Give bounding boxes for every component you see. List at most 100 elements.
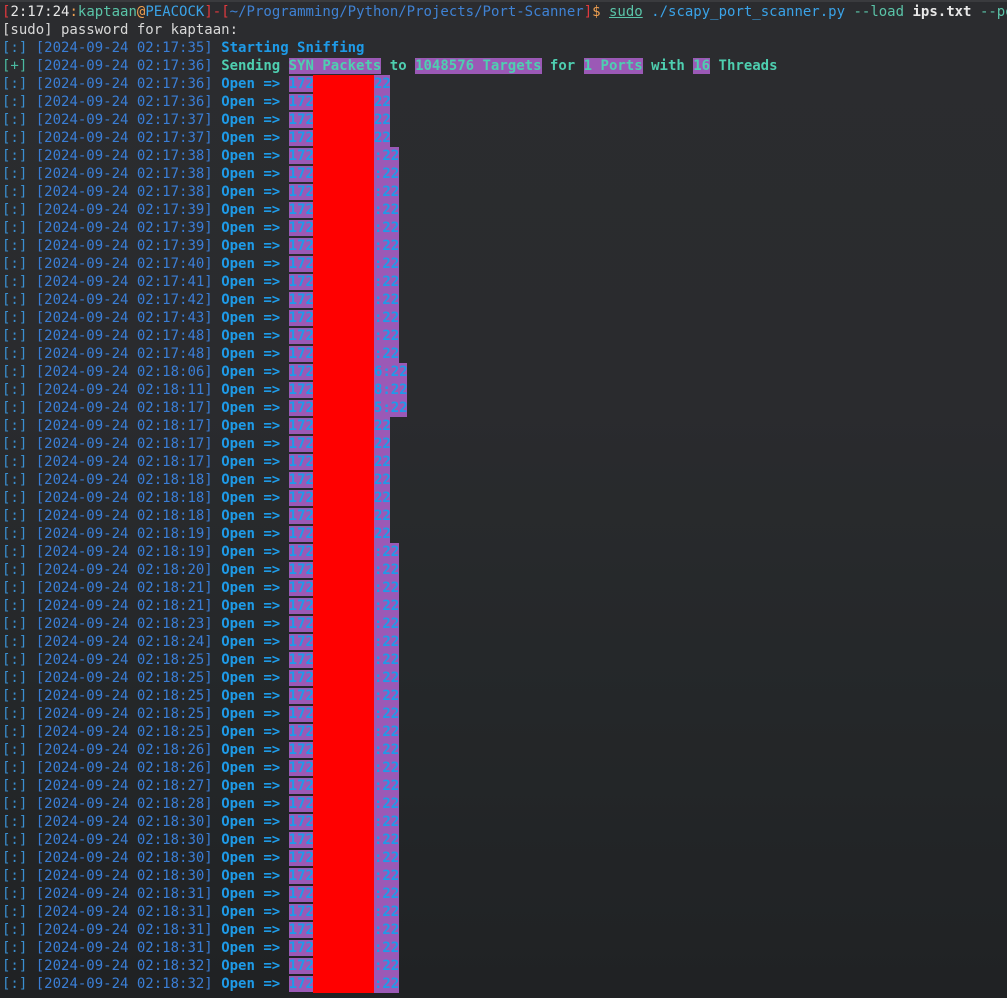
result-row: [:] [2024-09-24 02:17:39] Open => 172:22 (2, 237, 1007, 255)
redacted-ip-block (312, 543, 374, 561)
ip-port-suffix: :22 (373, 813, 400, 831)
open-label: Open => (221, 886, 281, 902)
log-timestamp: [2024-09-24 02:17:39] (35, 220, 213, 236)
log-indicator: [:] (2, 490, 28, 506)
msg-to: to (381, 58, 416, 74)
prompt-time: 2:17:24 (10, 4, 70, 20)
msg-with: with (642, 58, 694, 74)
ip-prefix: 172 (288, 814, 314, 830)
open-label: Open => (221, 436, 281, 452)
redacted-ip-block (312, 957, 374, 975)
log-indicator: [:] (2, 328, 28, 344)
log-indicator: [:] (2, 598, 28, 614)
log-indicator: [:] (2, 634, 28, 650)
log-timestamp: [2024-09-24 02:18:31] (35, 940, 213, 956)
ip-prefix: 172 (288, 868, 314, 884)
ip-port-suffix: :22 (373, 327, 400, 345)
result-row: [:] [2024-09-24 02:18:11] Open => 172 8:2… (2, 381, 1007, 399)
redacted-ip-block (312, 903, 374, 921)
terminal-output[interactable]: [2:17:24:kaptaan@PEACOCK]-[~/Programming… (2, 3, 1007, 993)
redacted-ip-block (312, 867, 374, 885)
ip-port-suffix: :22 (373, 939, 400, 957)
ip-port-suffix: 22 (373, 471, 391, 489)
result-row: [:] [2024-09-24 02:18:17] Open => 172 22 (2, 453, 1007, 471)
open-label: Open => (221, 760, 281, 776)
log-indicator: [:] (2, 184, 28, 200)
ip-prefix: 172 (288, 76, 314, 92)
sudo-password-prompt: [sudo] password for kaptaan: (2, 22, 239, 38)
open-label: Open => (221, 184, 281, 200)
open-label: Open => (221, 76, 281, 92)
result-row: [:] [2024-09-24 02:18:30] Open => 172:22 (2, 867, 1007, 885)
open-label: Open => (221, 418, 281, 434)
log-timestamp: [2024-09-24 02:18:25] (35, 670, 213, 686)
ip-port-suffix: :22 (373, 561, 400, 579)
log-timestamp: [2024-09-24 02:18:20] (35, 562, 213, 578)
ip-port-suffix: 22 (373, 489, 391, 507)
log-timestamp: [2024-09-24 02:18:31] (35, 886, 213, 902)
result-row: [:] [2024-09-24 02:17:48] Open => 172:22 (2, 327, 1007, 345)
redacted-ip-block (312, 831, 374, 849)
log-timestamp: [2024-09-24 02:18:17] (35, 436, 213, 452)
redacted-ip-block (312, 417, 374, 435)
log-indicator: [:] (2, 202, 28, 218)
redacted-ip-block (312, 219, 374, 237)
result-row: [:] [2024-09-24 02:18:26] Open => 172:22 (2, 741, 1007, 759)
result-row: [:] [2024-09-24 02:18:31] Open => 172:22 (2, 921, 1007, 939)
log-indicator: [:] (2, 238, 28, 254)
redacted-ip-block (312, 759, 374, 777)
ip-prefix: 172 (288, 508, 314, 524)
log-indicator: [:] (2, 166, 28, 182)
log-timestamp: [2024-09-24 02:18:28] (35, 796, 213, 812)
ip-prefix: 172 (288, 526, 314, 542)
ip-port-suffix: :22 (373, 867, 400, 885)
log-indicator: [:] (2, 274, 28, 290)
result-row: [:] [2024-09-24 02:17:37] Open => 172 22 (2, 129, 1007, 147)
result-row: [:] [2024-09-24 02:17:38] Open => 172:22 (2, 183, 1007, 201)
open-label: Open => (221, 670, 281, 686)
command-flag-port: --port (979, 4, 1007, 20)
result-row: [:] [2024-09-24 02:18:28] Open => 172:22 (2, 795, 1007, 813)
redacted-ip-block (312, 795, 374, 813)
log-indicator: [:] (2, 130, 28, 146)
open-label: Open => (221, 778, 281, 794)
redacted-ip-block (312, 777, 374, 795)
log-indicator: [:] (2, 760, 28, 776)
command-script: ./scapy_port_scanner.py (651, 4, 846, 20)
log-timestamp: [2024-09-24 02:17:42] (35, 292, 213, 308)
msg-sending: Sending (221, 58, 289, 74)
ip-port-suffix: :22 (373, 885, 400, 903)
prompt-colon: : (69, 4, 78, 20)
msg-for: for (541, 58, 584, 74)
ip-port-suffix: :22 (373, 687, 400, 705)
result-row: [:] [2024-09-24 02:17:41] Open => 172:22 (2, 273, 1007, 291)
redacted-ip-block (312, 561, 374, 579)
result-row: [:] [2024-09-24 02:18:25] Open => 172:22 (2, 723, 1007, 741)
ip-prefix: 172 (288, 562, 314, 578)
result-row: [:] [2024-09-24 02:18:18] Open => 172 22 (2, 489, 1007, 507)
open-label: Open => (221, 796, 281, 812)
open-label: Open => (221, 976, 281, 992)
log-timestamp: [2024-09-24 02:17:43] (35, 310, 213, 326)
log-timestamp: [2024-09-24 02:18:30] (35, 814, 213, 830)
log-timestamp: [2024-09-24 02:18:25] (35, 706, 213, 722)
ip-port-suffix: :22 (373, 741, 400, 759)
ip-port-suffix: 22 (373, 435, 391, 453)
ip-prefix: 172 (288, 742, 314, 758)
redacted-ip-block (312, 327, 374, 345)
ip-prefix: 172 (288, 652, 314, 668)
prompt-user: kaptaan (77, 4, 137, 20)
ip-port-suffix: :22 (373, 849, 400, 867)
msg-threads: Threads (710, 58, 778, 74)
log-timestamp: [2024-09-24 02:17:41] (35, 274, 213, 290)
redacted-ip-block (312, 579, 374, 597)
log-indicator: [:] (2, 544, 28, 560)
ip-prefix: 172 (288, 688, 314, 704)
redacted-ip-block (312, 435, 374, 453)
path-bracket-close: ] (583, 4, 593, 20)
log-timestamp: [2024-09-24 02:17:40] (35, 256, 213, 272)
redacted-ip-block (312, 471, 374, 489)
ip-port-suffix: :22 (373, 723, 400, 741)
ip-port-suffix: :22 (373, 183, 400, 201)
open-label: Open => (221, 328, 281, 344)
